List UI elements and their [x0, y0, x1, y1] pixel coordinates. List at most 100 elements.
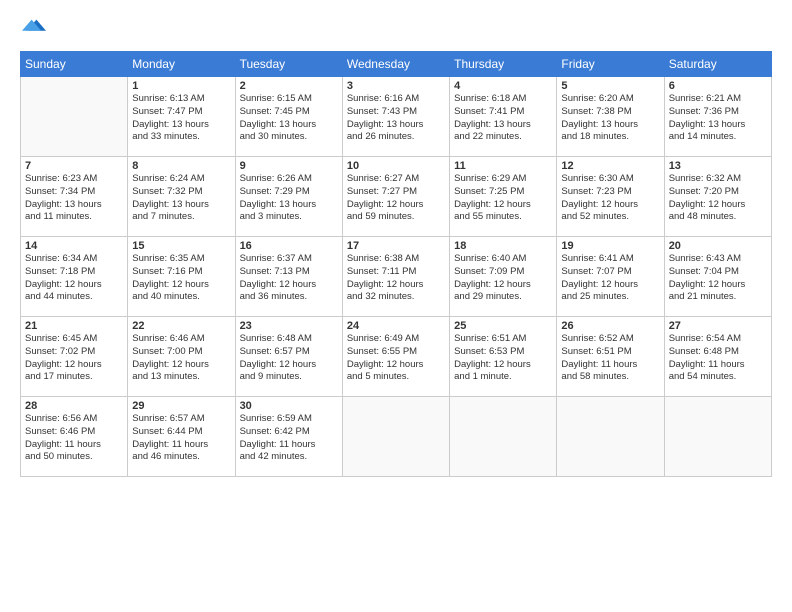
calendar-cell: 24Sunrise: 6:49 AMSunset: 6:55 PMDayligh…: [342, 317, 449, 397]
day-info: Sunrise: 6:51 AMSunset: 6:53 PMDaylight:…: [454, 333, 552, 384]
calendar-cell: 19Sunrise: 6:41 AMSunset: 7:07 PMDayligh…: [557, 237, 664, 317]
day-info: Sunrise: 6:15 AMSunset: 7:45 PMDaylight:…: [240, 93, 338, 144]
day-info: Sunrise: 6:49 AMSunset: 6:55 PMDaylight:…: [347, 333, 445, 384]
calendar-cell: [450, 397, 557, 477]
calendar-cell: 11Sunrise: 6:29 AMSunset: 7:25 PMDayligh…: [450, 157, 557, 237]
calendar-header: SundayMondayTuesdayWednesdayThursdayFrid…: [21, 52, 772, 77]
day-number: 25: [454, 320, 552, 332]
calendar-cell: 13Sunrise: 6:32 AMSunset: 7:20 PMDayligh…: [664, 157, 771, 237]
calendar-cell: 25Sunrise: 6:51 AMSunset: 6:53 PMDayligh…: [450, 317, 557, 397]
day-number: 28: [25, 400, 123, 412]
calendar-cell: 14Sunrise: 6:34 AMSunset: 7:18 PMDayligh…: [21, 237, 128, 317]
day-info: Sunrise: 6:37 AMSunset: 7:13 PMDaylight:…: [240, 253, 338, 304]
calendar-cell: 8Sunrise: 6:24 AMSunset: 7:32 PMDaylight…: [128, 157, 235, 237]
calendar-cell: 10Sunrise: 6:27 AMSunset: 7:27 PMDayligh…: [342, 157, 449, 237]
day-info: Sunrise: 6:30 AMSunset: 7:23 PMDaylight:…: [561, 173, 659, 224]
day-number: 29: [132, 400, 230, 412]
day-number: 7: [25, 160, 123, 172]
calendar-week-2: 7Sunrise: 6:23 AMSunset: 7:34 PMDaylight…: [21, 157, 772, 237]
header-day-thursday: Thursday: [450, 52, 557, 77]
day-number: 8: [132, 160, 230, 172]
day-info: Sunrise: 6:34 AMSunset: 7:18 PMDaylight:…: [25, 253, 123, 304]
day-info: Sunrise: 6:43 AMSunset: 7:04 PMDaylight:…: [669, 253, 767, 304]
day-info: Sunrise: 6:59 AMSunset: 6:42 PMDaylight:…: [240, 413, 338, 464]
day-info: Sunrise: 6:57 AMSunset: 6:44 PMDaylight:…: [132, 413, 230, 464]
day-number: 13: [669, 160, 767, 172]
header-row: SundayMondayTuesdayWednesdayThursdayFrid…: [21, 52, 772, 77]
day-number: 5: [561, 80, 659, 92]
header-day-monday: Monday: [128, 52, 235, 77]
day-number: 22: [132, 320, 230, 332]
day-info: Sunrise: 6:13 AMSunset: 7:47 PMDaylight:…: [132, 93, 230, 144]
day-info: Sunrise: 6:27 AMSunset: 7:27 PMDaylight:…: [347, 173, 445, 224]
calendar-cell: [342, 397, 449, 477]
day-number: 30: [240, 400, 338, 412]
calendar-cell: 26Sunrise: 6:52 AMSunset: 6:51 PMDayligh…: [557, 317, 664, 397]
day-number: 17: [347, 240, 445, 252]
day-number: 21: [25, 320, 123, 332]
day-number: 2: [240, 80, 338, 92]
calendar-week-1: 1Sunrise: 6:13 AMSunset: 7:47 PMDaylight…: [21, 77, 772, 157]
calendar-cell: 15Sunrise: 6:35 AMSunset: 7:16 PMDayligh…: [128, 237, 235, 317]
day-number: 27: [669, 320, 767, 332]
calendar-cell: 12Sunrise: 6:30 AMSunset: 7:23 PMDayligh…: [557, 157, 664, 237]
day-number: 12: [561, 160, 659, 172]
day-info: Sunrise: 6:41 AMSunset: 7:07 PMDaylight:…: [561, 253, 659, 304]
calendar-cell: [21, 77, 128, 157]
calendar-cell: 28Sunrise: 6:56 AMSunset: 6:46 PMDayligh…: [21, 397, 128, 477]
calendar-cell: 3Sunrise: 6:16 AMSunset: 7:43 PMDaylight…: [342, 77, 449, 157]
calendar-body: 1Sunrise: 6:13 AMSunset: 7:47 PMDaylight…: [21, 77, 772, 477]
calendar-cell: 22Sunrise: 6:46 AMSunset: 7:00 PMDayligh…: [128, 317, 235, 397]
calendar-week-3: 14Sunrise: 6:34 AMSunset: 7:18 PMDayligh…: [21, 237, 772, 317]
day-info: Sunrise: 6:26 AMSunset: 7:29 PMDaylight:…: [240, 173, 338, 224]
day-number: 6: [669, 80, 767, 92]
header-day-wednesday: Wednesday: [342, 52, 449, 77]
day-info: Sunrise: 6:45 AMSunset: 7:02 PMDaylight:…: [25, 333, 123, 384]
day-info: Sunrise: 6:24 AMSunset: 7:32 PMDaylight:…: [132, 173, 230, 224]
calendar-cell: 27Sunrise: 6:54 AMSunset: 6:48 PMDayligh…: [664, 317, 771, 397]
day-number: 11: [454, 160, 552, 172]
day-info: Sunrise: 6:35 AMSunset: 7:16 PMDaylight:…: [132, 253, 230, 304]
day-info: Sunrise: 6:32 AMSunset: 7:20 PMDaylight:…: [669, 173, 767, 224]
day-number: 16: [240, 240, 338, 252]
day-info: Sunrise: 6:40 AMSunset: 7:09 PMDaylight:…: [454, 253, 552, 304]
calendar-week-5: 28Sunrise: 6:56 AMSunset: 6:46 PMDayligh…: [21, 397, 772, 477]
calendar-cell: 5Sunrise: 6:20 AMSunset: 7:38 PMDaylight…: [557, 77, 664, 157]
calendar-cell: 1Sunrise: 6:13 AMSunset: 7:47 PMDaylight…: [128, 77, 235, 157]
calendar-cell: 20Sunrise: 6:43 AMSunset: 7:04 PMDayligh…: [664, 237, 771, 317]
header-day-sunday: Sunday: [21, 52, 128, 77]
day-info: Sunrise: 6:52 AMSunset: 6:51 PMDaylight:…: [561, 333, 659, 384]
calendar-cell: 30Sunrise: 6:59 AMSunset: 6:42 PMDayligh…: [235, 397, 342, 477]
day-info: Sunrise: 6:16 AMSunset: 7:43 PMDaylight:…: [347, 93, 445, 144]
day-number: 14: [25, 240, 123, 252]
day-number: 26: [561, 320, 659, 332]
calendar-cell: [664, 397, 771, 477]
calendar-cell: 2Sunrise: 6:15 AMSunset: 7:45 PMDaylight…: [235, 77, 342, 157]
calendar-cell: 4Sunrise: 6:18 AMSunset: 7:41 PMDaylight…: [450, 77, 557, 157]
day-info: Sunrise: 6:54 AMSunset: 6:48 PMDaylight:…: [669, 333, 767, 384]
calendar-cell: 17Sunrise: 6:38 AMSunset: 7:11 PMDayligh…: [342, 237, 449, 317]
day-info: Sunrise: 6:21 AMSunset: 7:36 PMDaylight:…: [669, 93, 767, 144]
day-number: 10: [347, 160, 445, 172]
calendar-cell: 6Sunrise: 6:21 AMSunset: 7:36 PMDaylight…: [664, 77, 771, 157]
calendar-cell: 23Sunrise: 6:48 AMSunset: 6:57 PMDayligh…: [235, 317, 342, 397]
calendar-cell: [557, 397, 664, 477]
day-number: 24: [347, 320, 445, 332]
day-number: 15: [132, 240, 230, 252]
day-info: Sunrise: 6:23 AMSunset: 7:34 PMDaylight:…: [25, 173, 123, 224]
header-day-tuesday: Tuesday: [235, 52, 342, 77]
calendar-cell: 7Sunrise: 6:23 AMSunset: 7:34 PMDaylight…: [21, 157, 128, 237]
header-day-friday: Friday: [557, 52, 664, 77]
day-number: 9: [240, 160, 338, 172]
header-day-saturday: Saturday: [664, 52, 771, 77]
day-info: Sunrise: 6:20 AMSunset: 7:38 PMDaylight:…: [561, 93, 659, 144]
day-number: 18: [454, 240, 552, 252]
day-number: 23: [240, 320, 338, 332]
calendar-cell: 9Sunrise: 6:26 AMSunset: 7:29 PMDaylight…: [235, 157, 342, 237]
day-number: 4: [454, 80, 552, 92]
calendar-week-4: 21Sunrise: 6:45 AMSunset: 7:02 PMDayligh…: [21, 317, 772, 397]
day-number: 19: [561, 240, 659, 252]
day-info: Sunrise: 6:48 AMSunset: 6:57 PMDaylight:…: [240, 333, 338, 384]
day-info: Sunrise: 6:18 AMSunset: 7:41 PMDaylight:…: [454, 93, 552, 144]
day-info: Sunrise: 6:56 AMSunset: 6:46 PMDaylight:…: [25, 413, 123, 464]
